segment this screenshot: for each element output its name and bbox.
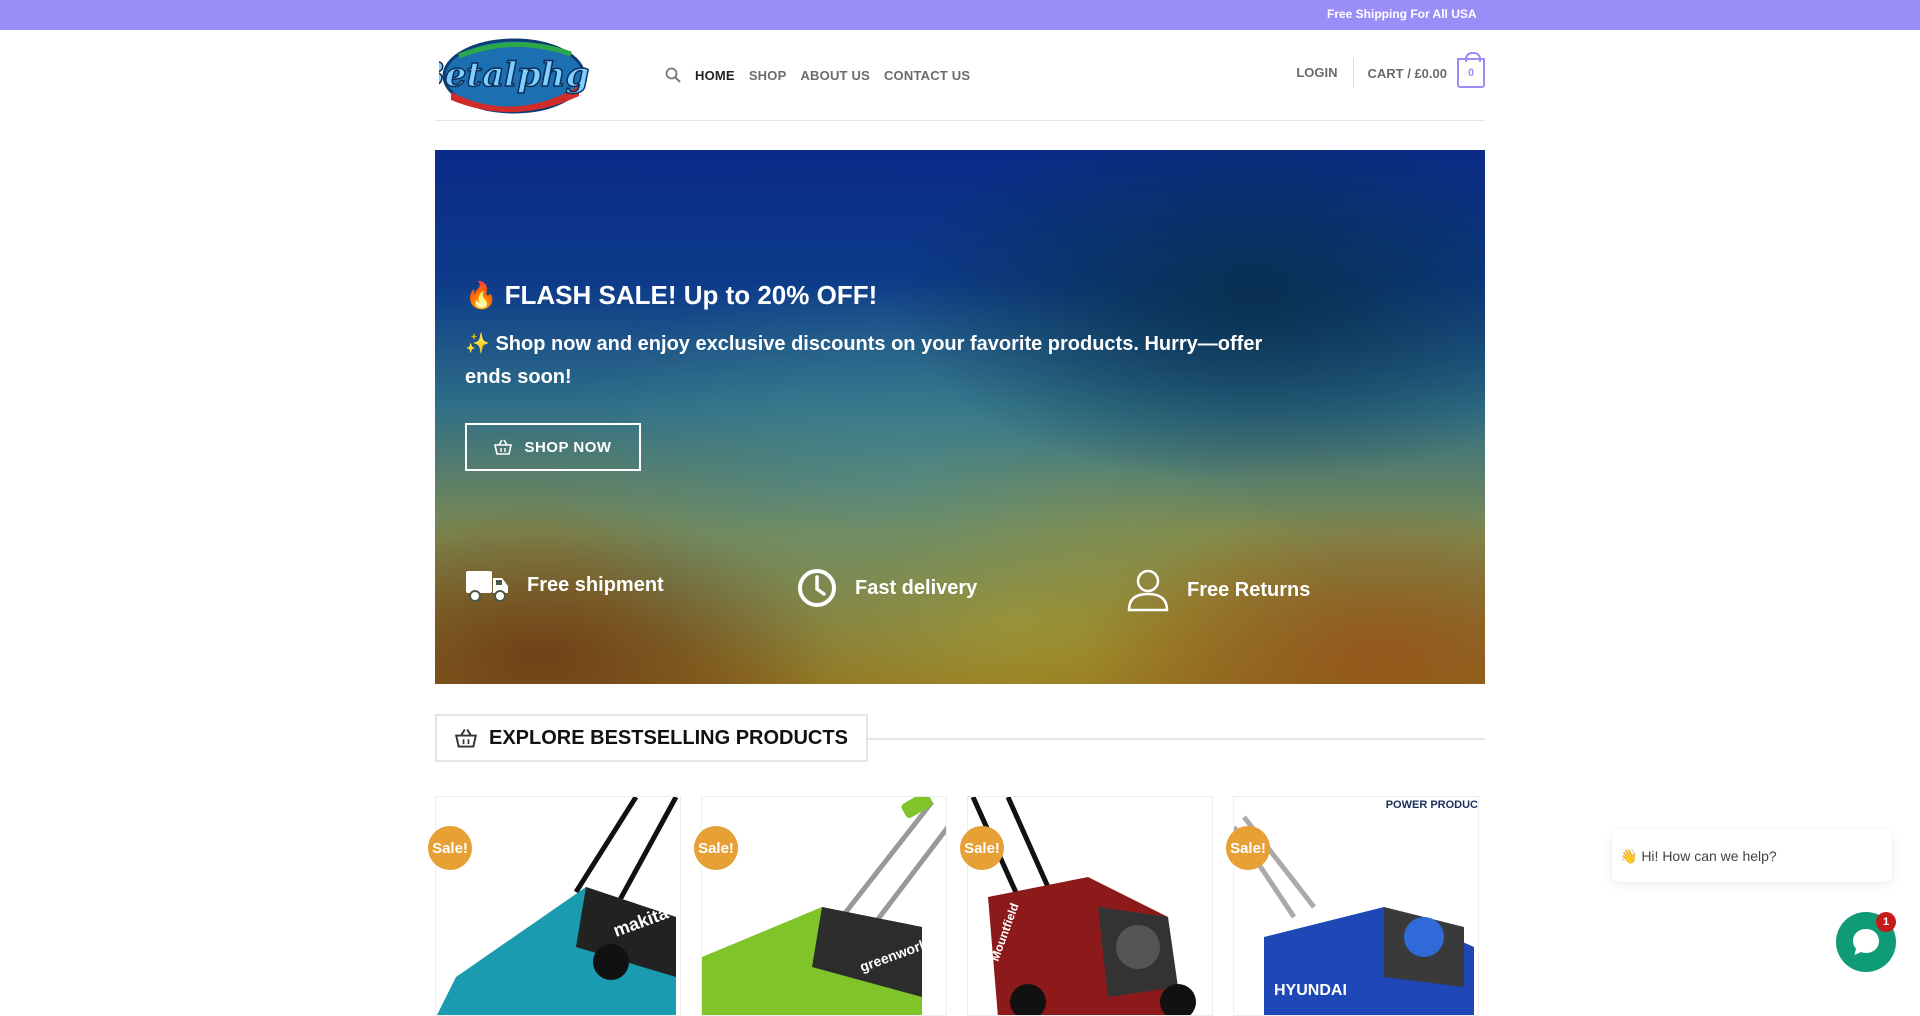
product-card[interactable]: Mountfield — [967, 796, 1213, 1016]
shop-now-label: SHOP NOW — [524, 438, 612, 456]
product-card[interactable]: greenworks — [701, 796, 947, 1016]
section-title-box: EXPLORE BESTSELLING PRODUCTS — [435, 714, 868, 762]
hero-banner: 🔥 FLASH SALE! Up to 20% OFF! ✨ Shop now … — [435, 150, 1485, 684]
nav-home[interactable]: HOME — [695, 68, 735, 83]
clock-icon — [798, 569, 836, 607]
feature-label: Fast delivery — [855, 576, 978, 599]
header-actions: LOGIN CART / £0.00 0 — [1296, 52, 1485, 88]
hero-subtitle: ✨ Shop now and enjoy exclusive discounts… — [465, 333, 1263, 388]
login-link[interactable]: LOGIN — [1296, 58, 1354, 88]
cart-link[interactable]: CART / £0.00 — [1368, 66, 1447, 81]
product-image[interactable]: Mountfield — [968, 797, 1213, 1016]
hero-title: 🔥 FLASH SALE! Up to 20% OFF! — [465, 280, 878, 310]
nav-about-us[interactable]: ABOUT US — [800, 68, 870, 83]
chat-greeting-bubble[interactable]: 👋 Hi! How can we help? — [1612, 830, 1892, 882]
site-header: Betalphgo HOME SHOP ABOUT US CONTACT US … — [435, 30, 1485, 121]
shop-now-button[interactable]: SHOP NOW — [465, 423, 641, 471]
truck-icon — [466, 571, 508, 602]
product-grid: makita Sale! greenworks Sale! Mountfield… — [428, 796, 1485, 1016]
chat-greeting-text: 👋 Hi! How can we help? — [1620, 847, 1777, 864]
search-icon[interactable] — [665, 67, 681, 83]
main-nav: HOME SHOP ABOUT US CONTACT US — [665, 67, 984, 83]
sale-badge: Sale! — [960, 826, 1004, 870]
feature-label: Free shipment — [527, 573, 664, 596]
product-image[interactable]: HYUNDAI — [1234, 797, 1479, 1016]
product-brand-tag: POWER PRODUC — [1385, 799, 1478, 811]
feature-free-returns: Free Returns — [1127, 568, 1310, 612]
promo-text: Free Shipping For All USA — [1327, 7, 1477, 21]
section-title-text: EXPLORE BESTSELLING PRODUCTS — [489, 726, 848, 749]
nav-contact-us[interactable]: CONTACT US — [884, 68, 970, 83]
sale-badge: Sale! — [428, 826, 472, 870]
basket-icon — [455, 728, 477, 748]
basket-icon — [494, 439, 513, 455]
product-image[interactable]: greenworks — [702, 797, 947, 1016]
feature-free-shipment: Free shipment — [465, 568, 664, 602]
cart-count-badge[interactable]: 0 — [1457, 52, 1485, 88]
site-logo[interactable]: Betalphgo — [439, 34, 589, 114]
user-icon — [1127, 569, 1169, 612]
product-card[interactable]: HYUNDAI POWER PRODUC — [1233, 796, 1479, 1016]
chat-icon — [1853, 929, 1879, 955]
logo-text: Betalphgo — [439, 55, 589, 95]
sale-badge: Sale! — [694, 826, 738, 870]
product-image[interactable]: makita — [436, 797, 681, 1016]
promo-bar: Free Shipping For All USA — [0, 0, 1920, 30]
svg-text:HYUNDAI: HYUNDAI — [1274, 982, 1347, 999]
product-card[interactable]: makita — [435, 796, 681, 1016]
nav-shop[interactable]: SHOP — [749, 68, 787, 83]
feature-label: Free Returns — [1187, 578, 1311, 601]
chat-unread-badge: 1 — [1876, 912, 1896, 932]
feature-fast-delivery: Fast delivery — [797, 568, 977, 608]
sale-badge: Sale! — [1226, 826, 1270, 870]
bestsellers-heading: EXPLORE BESTSELLING PRODUCTS — [435, 714, 1485, 762]
